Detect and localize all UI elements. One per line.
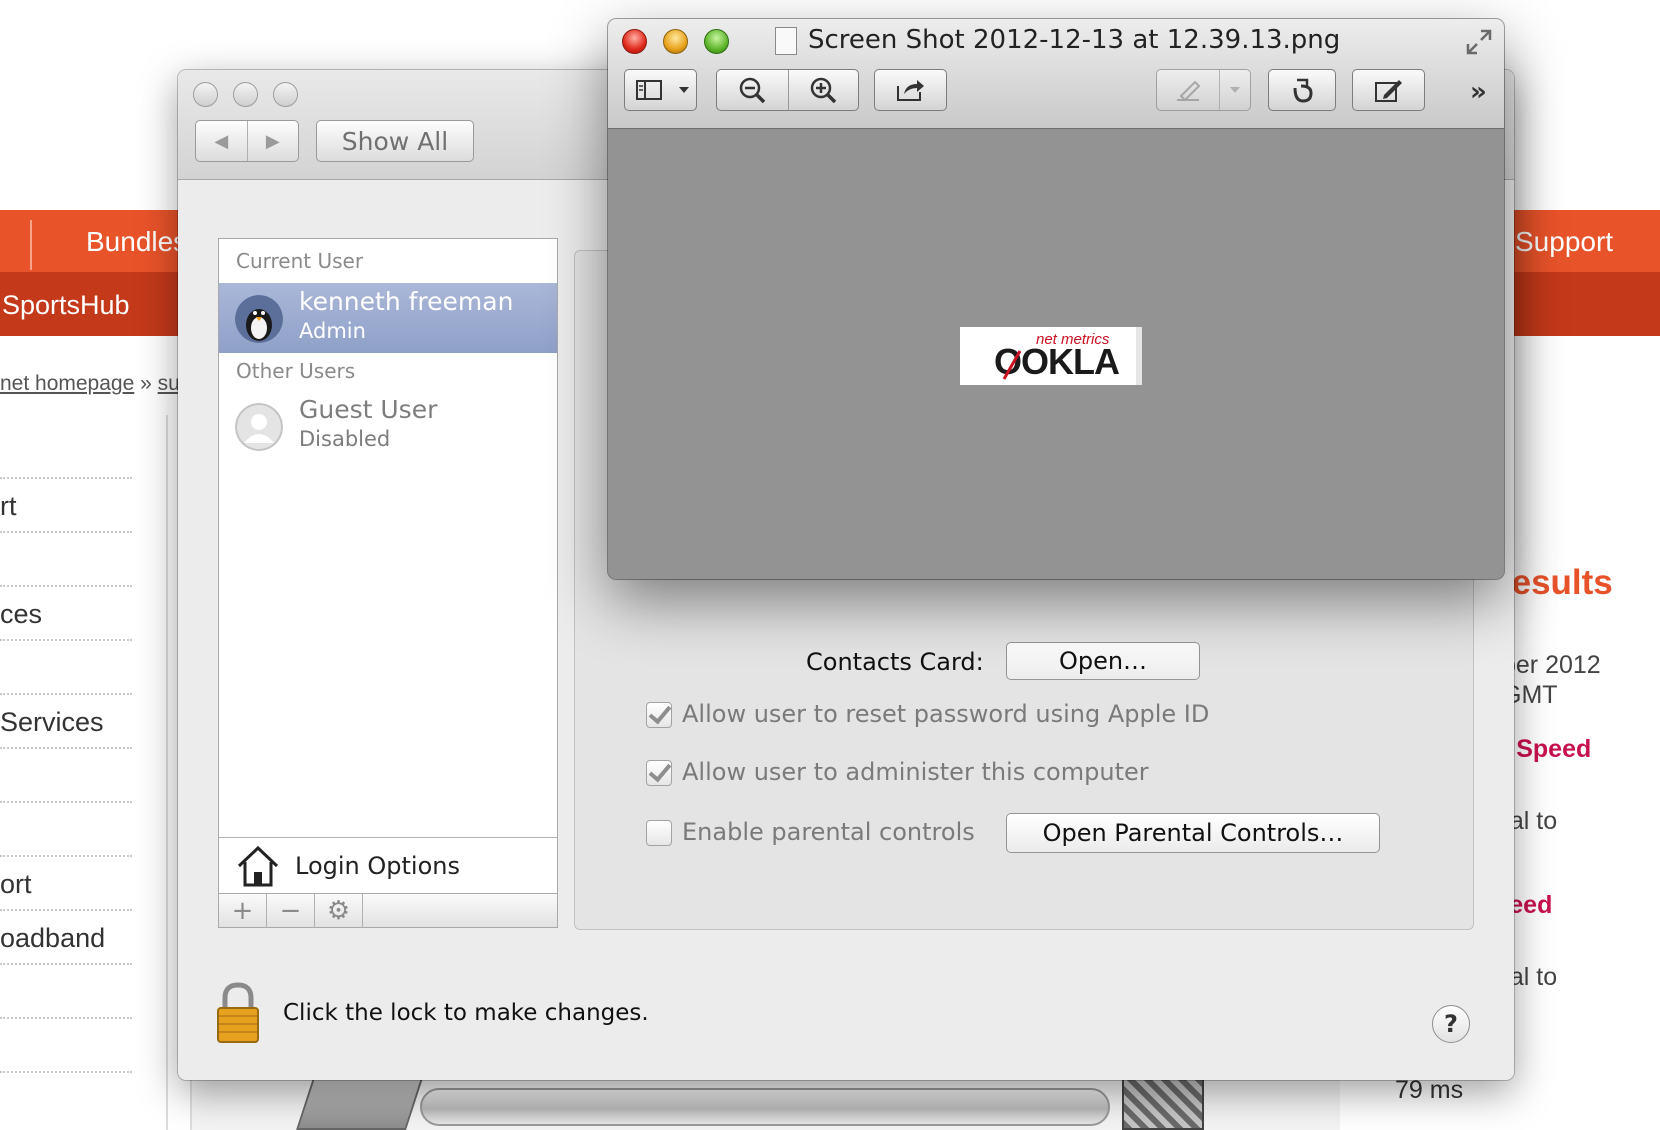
minimize-button[interactable] (233, 82, 258, 107)
zoom-button[interactable] (273, 82, 298, 107)
forward-arrow-icon[interactable]: ▶ (248, 121, 299, 161)
chevron-down-icon (673, 70, 695, 110)
web-left-item[interactable]: ort (0, 869, 32, 900)
web-divider (0, 1071, 132, 1073)
web-divider (0, 531, 132, 533)
help-button[interactable]: ? (1432, 1005, 1470, 1043)
fullscreen-icon[interactable] (1464, 27, 1494, 57)
house-icon (237, 845, 279, 887)
web-divider (0, 477, 132, 479)
chevron-down-icon (1219, 70, 1249, 110)
web-divider (0, 801, 132, 803)
web-results-heading: results (1498, 563, 1613, 602)
contacts-card-label: Contacts Card: (806, 648, 984, 676)
web-result-date: ber 2012 (1502, 651, 1601, 679)
share-icon (896, 80, 924, 101)
show-all-button[interactable]: Show All (316, 120, 474, 162)
speedometer-icon (1002, 350, 1022, 380)
web-divider (0, 693, 132, 695)
allow-reset-password-label: Allow user to reset password using Apple… (682, 700, 1210, 728)
web-breadcrumb-next[interactable]: su (158, 372, 180, 395)
web-subnav-sportshub[interactable]: SportsHub (2, 290, 130, 321)
web-breadcrumb-sep: » (140, 372, 152, 395)
web-left-item[interactable]: oadband (0, 923, 105, 954)
web-ping-value: 79 ms (1395, 1076, 1464, 1104)
allow-reset-password-checkbox[interactable] (646, 702, 672, 728)
guest-user-icon (235, 403, 283, 451)
web-breadcrumb: net homepage » su (0, 372, 180, 396)
web-breadcrumb-link[interactable]: net homepage (0, 372, 134, 395)
zoom-in-icon[interactable] (787, 70, 859, 110)
allow-administer-checkbox[interactable] (646, 760, 672, 786)
parental-controls-label: Enable parental controls (682, 818, 975, 846)
preview-toolbar: Screen Shot 2012-12-13 at 12.39.13.png » (608, 19, 1504, 129)
pencil-icon (1157, 70, 1219, 110)
guest-user-name: Guest User (299, 395, 438, 424)
guest-user-status: Disabled (299, 427, 391, 451)
current-user-role: Admin (299, 319, 366, 343)
web-left-item[interactable]: ces (0, 599, 42, 630)
open-contacts-card-button[interactable]: Open… (1006, 642, 1200, 680)
web-left-item[interactable]: Services (0, 707, 104, 738)
login-options-label: Login Options (295, 852, 460, 880)
rotate-icon (1293, 78, 1313, 103)
edit-toolbar-icon (1374, 80, 1402, 102)
web-right-column: results ber 2012 GMT d Speed s ual to s … (1494, 415, 1660, 1130)
parental-controls-checkbox[interactable] (646, 820, 672, 846)
connection-tube-illustration (420, 1088, 1110, 1126)
web-nav-bundles[interactable]: Bundles (86, 226, 187, 258)
zoom-control (716, 69, 859, 111)
toolbar-overflow-icon[interactable]: » (1470, 77, 1487, 107)
web-divider (0, 909, 132, 911)
preview-title: Screen Shot 2012-12-13 at 12.39.13.png (808, 25, 1341, 55)
users-list-toolbar: + − ⚙ (219, 893, 557, 928)
remove-user-button[interactable]: − (267, 894, 315, 928)
view-menu-button[interactable] (624, 69, 697, 111)
sidebar-icon (625, 70, 673, 110)
zoom-button[interactable] (704, 29, 729, 54)
current-user-name: kenneth freeman (299, 287, 514, 316)
web-divider (0, 855, 132, 857)
login-options-row[interactable]: Login Options (219, 837, 557, 893)
users-list: Current User kenneth freeman Admin Other… (218, 238, 558, 928)
laptop-illustration (296, 1075, 424, 1130)
rotate-button[interactable] (1268, 69, 1336, 111)
add-user-button[interactable]: + (219, 894, 267, 928)
minimize-button[interactable] (663, 29, 688, 54)
ookla-logo: net metrics OOKLA (960, 327, 1142, 385)
allow-administer-label: Allow user to administer this computer (682, 758, 1149, 786)
preview-window: Screen Shot 2012-12-13 at 12.39.13.png »… (608, 19, 1504, 579)
user-row-kenneth-freeman[interactable]: kenneth freeman Admin (219, 283, 557, 353)
edit-button[interactable] (1352, 69, 1425, 111)
close-button[interactable] (622, 29, 647, 54)
web-nav-separator (30, 220, 32, 270)
penguin-avatar (235, 295, 283, 343)
web-divider (0, 585, 132, 587)
current-user-section-label: Current User (236, 249, 364, 273)
web-divider (0, 639, 132, 641)
web-divider (0, 1017, 132, 1019)
share-button[interactable] (874, 69, 947, 111)
web-nav-support[interactable]: Support (1515, 226, 1613, 258)
zoom-out-icon[interactable] (717, 70, 788, 110)
padlock-icon[interactable] (216, 982, 260, 1044)
user-row-guest[interactable]: Guest User Disabled (219, 391, 557, 461)
open-parental-controls-button[interactable]: Open Parental Controls… (1006, 813, 1380, 853)
lock-message: Click the lock to make changes. (283, 1000, 649, 1026)
back-arrow-icon[interactable]: ◀ (196, 121, 248, 161)
web-divider (0, 963, 132, 965)
web-divider (0, 747, 132, 749)
markup-tool-button[interactable] (1156, 69, 1251, 111)
other-users-section-label: Other Users (236, 359, 356, 383)
back-forward-control: ◀ ▶ (195, 120, 299, 162)
gear-icon[interactable]: ⚙ (315, 894, 363, 928)
screen: Bundles Support SportsHub net homepage »… (0, 0, 1660, 1130)
web-left-column: rt ces Services ort oadband (0, 415, 168, 1130)
web-left-item[interactable]: rt (0, 491, 17, 522)
document-icon (775, 27, 797, 55)
close-button[interactable] (193, 82, 218, 107)
